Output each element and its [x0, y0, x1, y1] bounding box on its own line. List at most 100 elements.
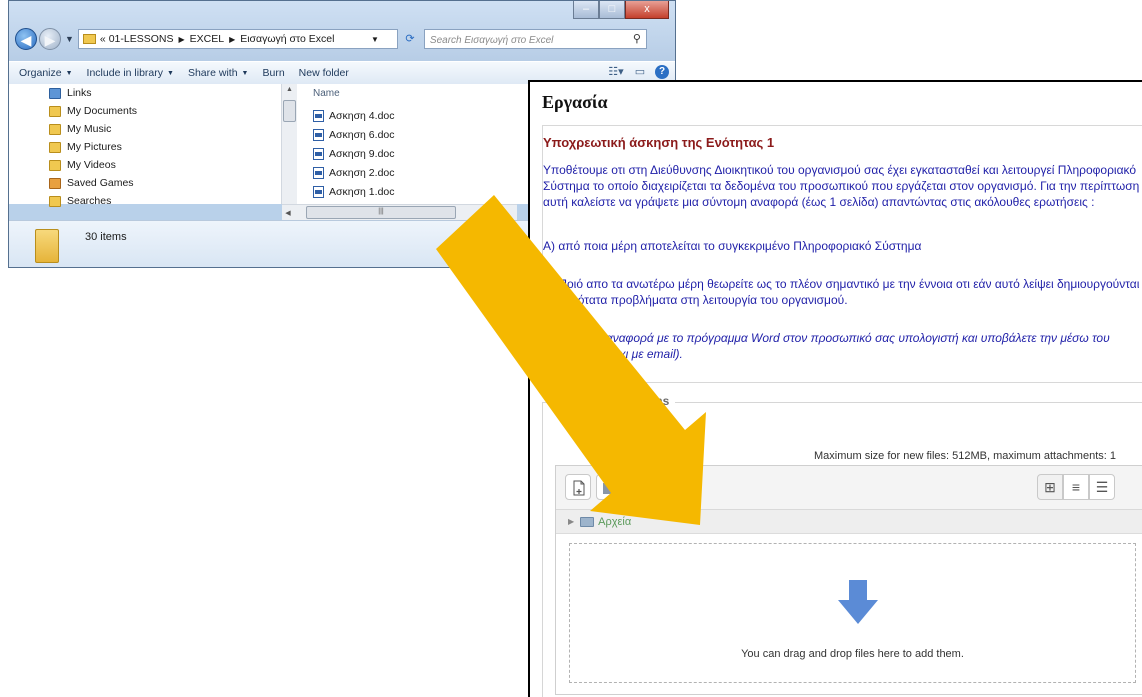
- path-folder-label[interactable]: Αρχεία: [598, 516, 631, 528]
- drop-arrow-icon: [838, 580, 878, 624]
- file-manager-path: ▶ Αρχεία: [556, 510, 1142, 534]
- page-title: Εργασία: [542, 92, 608, 112]
- chevron-right-icon[interactable]: ▶: [229, 35, 235, 44]
- breadcrumb-prefix: «: [99, 33, 106, 45]
- list-item[interactable]: Ασκηση 9.doc: [313, 144, 395, 163]
- nav-item-my-music[interactable]: My Music: [9, 120, 281, 138]
- word-doc-icon: [313, 166, 324, 179]
- include-in-library-menu[interactable]: Include in library ▼: [87, 67, 174, 79]
- new-folder-button[interactable]: New folder: [299, 67, 349, 79]
- assignment-page: Εργασία Υποχρεωτική άσκηση της Ενότητας …: [528, 80, 1142, 697]
- include-library-label: Include in library: [86, 67, 163, 79]
- intro-question-b: Β) Ποιό απο τα ανωτέρω μέρη θεωρείτε ως …: [543, 277, 1140, 307]
- word-doc-icon: [313, 109, 324, 122]
- explorer-titlebar: – □ x ◀ ▶ ▼ « 01-LESSONS ▶ EXCEL ▶ Εισαγ…: [9, 1, 675, 61]
- search-box: ⚲: [423, 29, 647, 50]
- videos-icon: [49, 159, 61, 171]
- file-name: Ασκηση 4.doc: [329, 109, 395, 122]
- file-manager: ⊞ ≡ ☰ ▶ Αρχεία You can drag and drop fil…: [555, 465, 1142, 695]
- file-name: Ασκηση 2.doc: [329, 166, 395, 179]
- nav-item-label: My Documents: [67, 105, 138, 117]
- nav-item-label: My Pictures: [67, 141, 122, 153]
- nav-item-label: My Videos: [67, 159, 116, 171]
- folder-icon: [580, 516, 595, 527]
- music-icon: [49, 123, 61, 135]
- column-header-name[interactable]: Name: [313, 88, 340, 99]
- item-count: 30 items: [85, 231, 127, 243]
- collapse-caret-icon[interactable]: ▼: [559, 397, 567, 406]
- folder-icon: [82, 34, 96, 44]
- list-view-icon[interactable]: ≡: [1063, 474, 1089, 500]
- nav-item-my-pictures[interactable]: My Pictures: [9, 138, 281, 156]
- pictures-icon: [49, 141, 61, 153]
- scroll-left-icon[interactable]: ◀: [282, 209, 294, 217]
- scrollbar-thumb[interactable]: |||: [306, 206, 456, 219]
- breadcrumb-segment[interactable]: Εισαγωγή στο Excel: [240, 33, 334, 45]
- close-button[interactable]: x: [625, 1, 669, 19]
- chevron-right-icon[interactable]: ▶: [178, 35, 184, 44]
- breadcrumb-segment[interactable]: EXCEL: [190, 33, 224, 45]
- icon-view-icon[interactable]: ⊞: [1037, 474, 1063, 500]
- file-name: Ασκηση 6.doc: [329, 128, 395, 141]
- minimize-button[interactable]: –: [573, 1, 599, 19]
- caret-down-icon: ▼: [241, 69, 249, 77]
- create-folder-button[interactable]: [596, 474, 622, 500]
- file-name: Ασκηση 1.doc: [329, 185, 395, 198]
- forward-icon[interactable]: ▶: [39, 28, 61, 50]
- nav-item-label: My Music: [67, 123, 112, 135]
- view-mode-buttons: ⊞ ≡ ☰: [1037, 474, 1115, 500]
- maximize-button[interactable]: □: [599, 1, 625, 19]
- burn-button[interactable]: Burn: [262, 67, 284, 79]
- help-icon[interactable]: ?: [655, 65, 669, 79]
- intro-heading: Υποχρεωτική άσκηση της Ενότητας 1: [543, 135, 775, 150]
- fieldset-legend-label: File submissions: [571, 394, 670, 408]
- nav-item-my-documents[interactable]: My Documents: [9, 102, 281, 120]
- intro-question-a: Α) από ποια μέρη αποτελείται το συγκεκρι…: [543, 239, 922, 253]
- documents-icon: [49, 105, 61, 117]
- back-icon[interactable]: ◀: [15, 28, 37, 50]
- organize-menu[interactable]: Organize ▼: [19, 67, 73, 79]
- address-bar[interactable]: « 01-LESSONS ▶ EXCEL ▶ Εισαγωγή στο Exce…: [77, 29, 398, 49]
- search-input[interactable]: [424, 31, 620, 50]
- caret-down-icon: ▼: [65, 69, 73, 77]
- expand-caret-icon[interactable]: ▶: [568, 517, 574, 526]
- word-doc-icon: [313, 128, 324, 141]
- file-horizontal-scrollbar[interactable]: ◀ |||: [282, 204, 517, 220]
- list-item[interactable]: Ασκηση 4.doc: [313, 106, 395, 125]
- navigation-scrollbar[interactable]: ▲: [281, 84, 297, 204]
- nav-item-searches[interactable]: Searches: [9, 192, 281, 210]
- drop-zone[interactable]: You can drag and drop files here to add …: [569, 543, 1136, 683]
- saved-games-icon: [49, 177, 61, 189]
- links-icon: [49, 87, 61, 99]
- scroll-up-icon[interactable]: ▲: [282, 84, 297, 96]
- list-item[interactable]: Ασκηση 1.doc: [313, 182, 395, 201]
- intro-instructions: Γράψτε την αναφορά με το πρόγραμμα Word …: [543, 331, 1110, 361]
- fieldset-legend[interactable]: ▼ File submissions: [555, 394, 676, 408]
- view-options-icon[interactable]: ☷▾: [607, 64, 625, 80]
- drop-zone-text: You can drag and drop files here to add …: [741, 648, 964, 660]
- assignment-intro: Υποχρεωτική άσκηση της Ενότητας 1 Υποθέτ…: [542, 125, 1142, 383]
- nav-item-saved-games[interactable]: Saved Games: [9, 174, 281, 192]
- nav-item-links[interactable]: Links: [9, 84, 281, 102]
- nav-item-my-videos[interactable]: My Videos: [9, 156, 281, 174]
- scrollbar-thumb[interactable]: [283, 100, 296, 122]
- nav-item-label: Links: [67, 87, 92, 99]
- list-item[interactable]: Ασκηση 2.doc: [313, 163, 395, 182]
- search-icon[interactable]: ⚲: [633, 32, 641, 45]
- caret-down-icon: ▼: [167, 69, 174, 77]
- folder-icon: [35, 229, 59, 263]
- list-item[interactable]: Ασκηση 6.doc: [313, 125, 395, 144]
- tree-view-icon[interactable]: ☰: [1089, 474, 1115, 500]
- breadcrumb-segment[interactable]: 01-LESSONS: [109, 33, 174, 45]
- window-controls: – □ x: [573, 1, 669, 19]
- word-doc-icon: [313, 185, 324, 198]
- share-with-menu[interactable]: Share with ▼: [188, 67, 249, 79]
- file-name: Ασκηση 9.doc: [329, 147, 395, 160]
- address-dropdown-icon[interactable]: ▼: [371, 35, 379, 44]
- preview-pane-icon[interactable]: ▭: [631, 64, 649, 80]
- add-file-button[interactable]: [565, 474, 591, 500]
- recent-pages-dropdown-icon[interactable]: ▼: [65, 34, 74, 44]
- word-doc-icon: [313, 147, 324, 160]
- refresh-icon[interactable]: ⟳: [400, 29, 420, 49]
- explorer-nav-row: ◀ ▶ ▼ « 01-LESSONS ▶ EXCEL ▶ Εισαγωγή στ…: [15, 27, 669, 51]
